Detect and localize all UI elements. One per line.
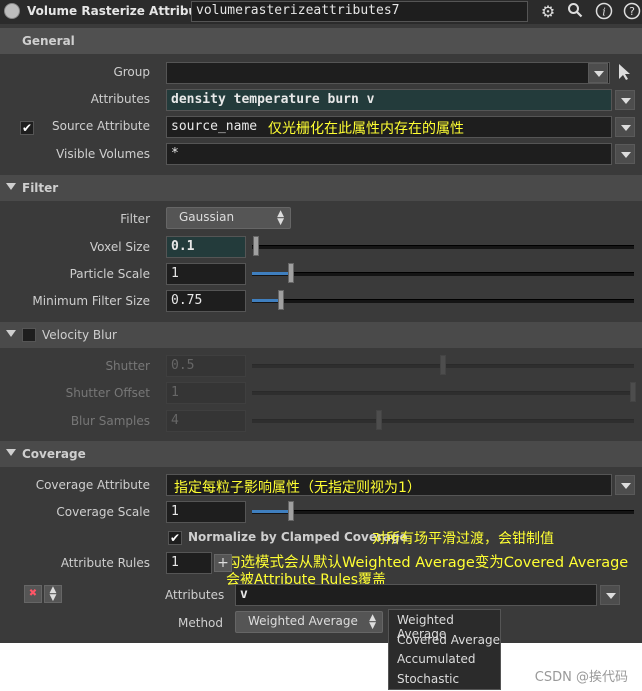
attributes-menu-button[interactable] <box>615 90 635 110</box>
coverage-attribute-label: Coverage Attribute <box>35 478 150 492</box>
voxel-size-slider-handle[interactable] <box>253 236 259 256</box>
up-down-arrows-icon: ▲ ▼ <box>369 613 376 631</box>
shutter-offset-slider-track[interactable] <box>252 391 634 395</box>
rule-attributes-field[interactable]: v <box>235 584 597 606</box>
coverage-scale-slider-handle[interactable] <box>288 501 294 521</box>
shutter-slider-handle[interactable] <box>440 355 446 375</box>
particle-scale-field[interactable]: 1 <box>166 263 246 285</box>
coverage-scale-field[interactable]: 1 <box>166 501 246 523</box>
voxel-size-field[interactable]: 0.1 <box>166 236 246 258</box>
filter-combo[interactable]: Gaussian ▲ ▼ <box>166 207 291 229</box>
section-velocity-blur[interactable]: Velocity Blur <box>0 322 642 348</box>
source-attribute-label: Source Attribute <box>51 119 150 133</box>
min-filter-size-slider-handle[interactable] <box>278 290 284 310</box>
add-rule-icon[interactable]: + <box>214 554 232 572</box>
shutter-offset-field[interactable]: 1 <box>166 382 246 404</box>
shutter-offset-slider-handle[interactable] <box>630 382 636 402</box>
reorder-rule-icon[interactable]: ▲ ▼ <box>44 585 62 603</box>
collapse-arrow-icon <box>6 330 16 337</box>
rule-attributes-label: Attributes <box>165 588 225 602</box>
section-general-title: General <box>22 34 75 48</box>
particle-scale-slider-handle[interactable] <box>288 263 294 283</box>
select-arrow-icon[interactable] <box>616 63 632 81</box>
section-coverage[interactable]: Coverage <box>0 441 642 467</box>
source-attribute-menu-button[interactable] <box>615 117 635 137</box>
section-coverage-title: Coverage <box>22 447 86 461</box>
section-filter-title: Filter <box>22 181 59 195</box>
node-name-field[interactable]: volumerasterizeattributes7 <box>191 1 528 22</box>
method-combo-value: Weighted Average <box>248 614 358 628</box>
coverage-attribute-menu-button[interactable] <box>615 475 635 495</box>
shutter-offset-label: Shutter Offset <box>65 386 150 400</box>
voxel-size-slider-track[interactable] <box>252 245 634 249</box>
min-filter-size-slider-track[interactable] <box>252 299 634 303</box>
source-attribute-value: source_name <box>171 119 258 134</box>
group-field[interactable] <box>166 62 610 84</box>
section-general[interactable]: General <box>0 28 642 54</box>
parameter-panel: Volume Rasterize Attributes volumeraster… <box>0 0 642 643</box>
group-label: Group <box>113 65 150 79</box>
svg-text:?: ? <box>629 5 635 18</box>
shutter-field[interactable]: 0.5 <box>166 355 246 377</box>
svg-text:i: i <box>602 6 606 19</box>
collapse-arrow-icon <box>6 183 16 190</box>
rule-attributes-menu-button[interactable] <box>600 585 620 605</box>
help-icon[interactable]: ? <box>622 2 642 22</box>
node-header-bar: Volume Rasterize Attributes volumeraster… <box>0 0 642 24</box>
up-down-arrows-icon: ▲ ▼ <box>277 209 284 227</box>
method-dropdown-menu: Weighted Average Covered Average Accumul… <box>388 609 501 690</box>
normalize-annotation: 对所有场平滑过渡，会钳制值 <box>372 531 554 547</box>
visible-volumes-label: Visible Volumes <box>56 147 150 161</box>
node-type-icon <box>4 3 20 19</box>
source-attribute-annotation: 仅光栅化在此属性内存在的属性 <box>268 121 464 137</box>
filter-combo-value: Gaussian <box>179 210 235 224</box>
particle-scale-slider-track[interactable] <box>252 272 634 276</box>
velocity-blur-checkbox[interactable] <box>22 328 36 342</box>
attribute-rules-field[interactable]: 1 <box>166 552 212 574</box>
method-option-accumulated[interactable]: Accumulated <box>397 652 476 666</box>
normalize-checkbox[interactable]: ✔ <box>168 531 182 545</box>
coverage-attribute-annotation: 指定每粒子影响属性（无指定则视为1） <box>174 480 421 496</box>
method-combo[interactable]: Weighted Average ▲ ▼ <box>235 611 383 633</box>
search-icon[interactable] <box>565 2 585 22</box>
coverage-scale-label: Coverage Scale <box>56 505 150 519</box>
particle-scale-slider-fill <box>252 272 289 275</box>
voxel-size-label: Voxel Size <box>89 240 150 254</box>
section-velocity-blur-title: Velocity Blur <box>42 328 117 342</box>
method-label: Method <box>178 616 224 630</box>
method-option-stochastic[interactable]: Stochastic <box>397 672 459 686</box>
min-filter-size-label: Minimum Filter Size <box>32 294 150 308</box>
blur-samples-label: Blur Samples <box>70 414 150 428</box>
particle-scale-label: Particle Scale <box>69 267 150 281</box>
min-filter-size-field[interactable]: 0.75 <box>166 290 246 312</box>
gear-icon[interactable]: ⚙ <box>538 2 558 22</box>
min-filter-size-slider-fill <box>252 299 279 302</box>
blur-samples-slider-handle[interactable] <box>376 410 382 430</box>
blur-samples-slider-track[interactable] <box>252 419 634 423</box>
attributes-field[interactable]: density temperature burn v <box>166 89 612 111</box>
blur-samples-field[interactable]: 4 <box>166 410 246 432</box>
visible-volumes-menu-button[interactable] <box>615 144 635 164</box>
coverage-scale-slider-fill <box>252 510 289 513</box>
watermark: CSDN @挨代码 <box>534 670 628 685</box>
attributes-label: Attributes <box>90 92 150 106</box>
method-option-covered-average[interactable]: Covered Average <box>397 633 500 647</box>
shutter-label: Shutter <box>105 359 150 373</box>
info-icon[interactable]: i <box>594 2 614 22</box>
collapse-arrow-icon <box>6 449 16 456</box>
coverage-scale-slider-track[interactable] <box>252 510 634 514</box>
node-type-label: Volume Rasterize Attributes <box>27 4 218 18</box>
remove-rule-icon[interactable]: ✖ <box>24 585 42 603</box>
section-filter[interactable]: Filter <box>0 175 642 201</box>
attribute-rules-label: Attribute Rules <box>60 556 150 570</box>
group-menu-button[interactable] <box>588 63 608 83</box>
visible-volumes-field[interactable]: * <box>166 143 612 165</box>
filter-label: Filter <box>120 212 150 226</box>
